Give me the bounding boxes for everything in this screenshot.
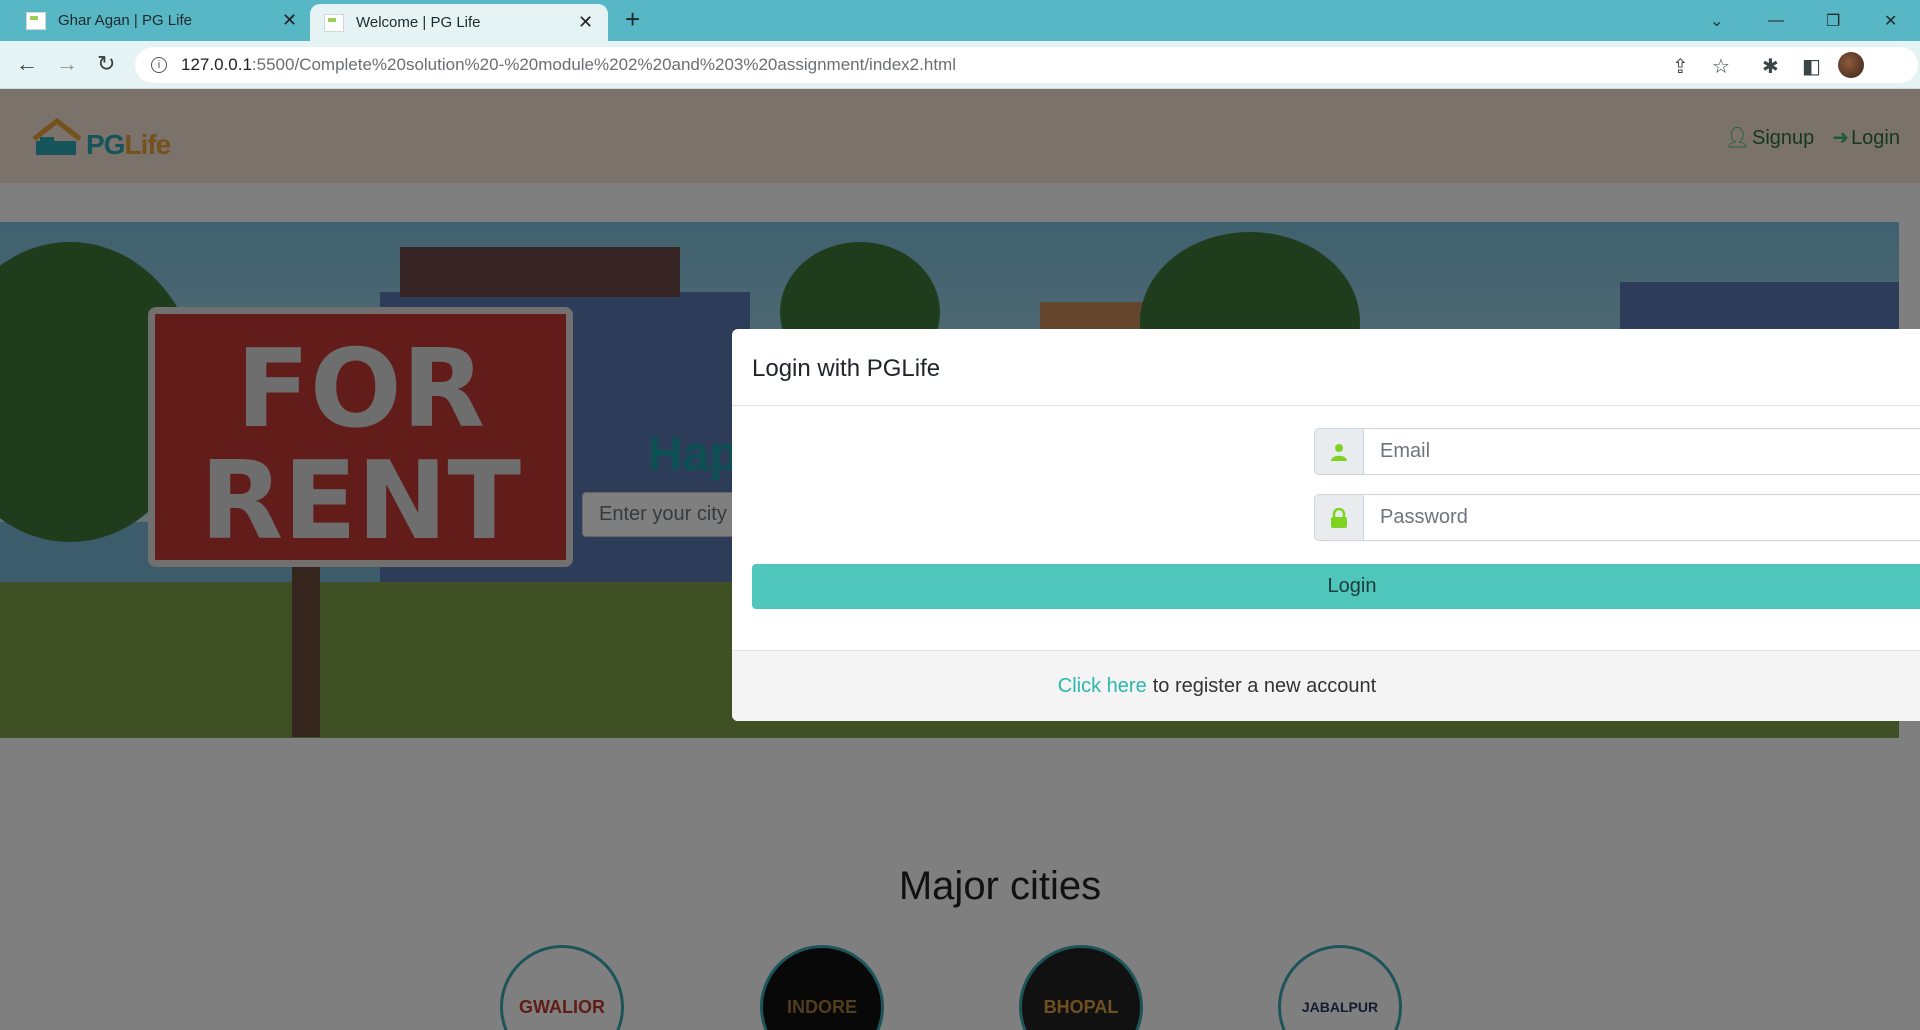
close-tab-icon[interactable]: ✕ <box>578 12 593 33</box>
tab-title: Welcome | PG Life <box>356 14 481 31</box>
url-path: :5500/Complete%20solution%20-%20module%2… <box>251 55 956 74</box>
login-modal: Login with PGLife Login Click here to re… <box>732 329 1920 721</box>
avatar-icon[interactable] <box>1838 52 1864 78</box>
extensions-icon[interactable]: ✱ <box>1762 54 1779 79</box>
browser-tab-strip: Ghar Agan | PG Life ✕ Welcome | PG Life … <box>0 0 1920 41</box>
register-text: to register a new account <box>1152 674 1377 697</box>
register-link[interactable]: Click here <box>1058 675 1147 698</box>
restore-icon[interactable]: ❐ <box>1826 0 1840 41</box>
new-tab-icon[interactable]: + <box>625 4 640 35</box>
password-input[interactable] <box>1364 494 1920 541</box>
modal-footer: Click here to register a new account <box>732 650 1920 721</box>
lock-icon <box>1314 494 1364 541</box>
user-icon <box>1314 428 1364 475</box>
sidepanel-icon[interactable]: ◧ <box>1802 54 1821 79</box>
email-input[interactable] <box>1364 428 1920 475</box>
email-field-group <box>1314 428 1920 475</box>
address-bar-row: ← → ↻ i 127.0.0.1:5500/Complete%20soluti… <box>0 41 1920 89</box>
url-field[interactable]: i 127.0.0.1:5500/Complete%20solution%20-… <box>135 47 1918 83</box>
back-icon[interactable]: ← <box>16 51 38 77</box>
modal-title: Login with PGLife <box>732 329 1920 406</box>
login-button[interactable]: Login <box>752 564 1920 609</box>
tab-title: Ghar Agan | PG Life <box>58 12 192 29</box>
url-host: 127.0.0.1 <box>181 55 252 74</box>
favicon-icon <box>26 11 46 30</box>
minimize-icon[interactable]: — <box>1768 0 1784 41</box>
close-window-icon[interactable]: ✕ <box>1884 0 1897 41</box>
forward-icon[interactable]: → <box>56 51 78 77</box>
share-icon[interactable]: ⇪ <box>1672 54 1689 79</box>
favicon-icon <box>324 13 344 32</box>
password-field-group <box>1314 494 1920 541</box>
browser-tab-active[interactable]: Welcome | PG Life ✕ <box>310 4 608 41</box>
close-tab-icon[interactable]: ✕ <box>282 10 297 31</box>
star-icon[interactable]: ☆ <box>1712 54 1730 79</box>
reload-icon[interactable]: ↻ <box>97 51 115 77</box>
browser-tab[interactable]: Ghar Agan | PG Life ✕ <box>0 0 305 41</box>
tab-search-icon[interactable]: ⌄ <box>1710 0 1723 41</box>
info-icon[interactable]: i <box>151 57 167 73</box>
